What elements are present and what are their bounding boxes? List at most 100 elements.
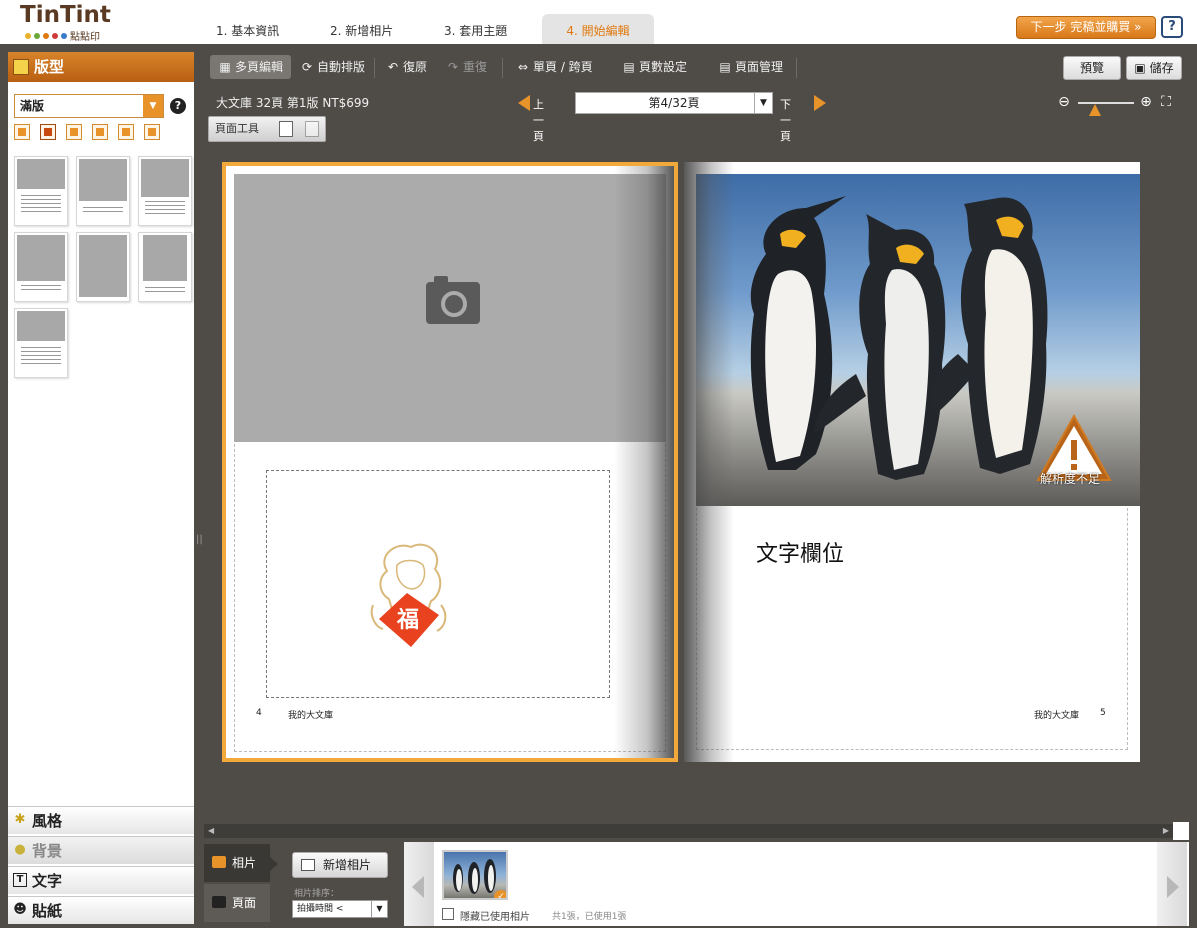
layout-select-value: 滿版 — [20, 99, 45, 113]
single-spread-button[interactable]: ⇔ 單頁 / 跨頁 — [512, 55, 593, 79]
thumb-lines — [21, 285, 61, 293]
redo-label: 重復 — [463, 60, 488, 74]
thumb-image — [79, 159, 127, 201]
left-page-number: 4 — [256, 708, 262, 718]
zoom-in-icon[interactable]: ⊕ — [1138, 94, 1154, 110]
multi-edit-button[interactable]: ▦ 多頁編輯 — [210, 55, 292, 79]
tab-photos[interactable]: 相片 — [204, 844, 278, 882]
single-spread-label: 單頁 / 跨頁 — [533, 60, 593, 74]
scroll-left-icon[interactable]: ◀ — [208, 826, 214, 835]
zoom-slider[interactable] — [1078, 102, 1134, 116]
sticker-frame[interactable]: 福 — [266, 470, 610, 698]
photo-count: 共1張，已使用1張 — [552, 912, 627, 922]
undo-icon: ↶ — [387, 60, 399, 74]
page-select[interactable]: 第4/32頁 ▼ — [575, 92, 773, 114]
step-start-editing[interactable]: 4. 開始編輯 — [542, 14, 654, 44]
right-page-gutter — [684, 162, 734, 762]
chevron-left-icon — [412, 876, 424, 898]
preview-button[interactable]: 預覽 — [1063, 56, 1121, 80]
editor-frame: 版型 滿版 ▼ ? ✱ 風格 ● 背景 T 文字 ☻ 貼紙 ||| ▦ 多頁編輯… — [0, 44, 1197, 928]
text-field[interactable]: 文字欄位 — [756, 536, 844, 568]
hide-used-label: 隱藏已使用相片 — [460, 912, 530, 923]
layout-thumbnail[interactable] — [76, 232, 130, 302]
layout-thumbnail[interactable] — [76, 156, 130, 226]
tab-pages[interactable]: 頁面 — [204, 884, 270, 922]
layout-thumbnail[interactable] — [14, 232, 68, 302]
editor-toolbar: ▦ 多頁編輯 ⟳ 自動排版 ↶ 復原 ↷ 重復 ⇔ 單頁 / 跨頁 ▤ 頁數設定 ▤ 頁面管理… — [204, 52, 1189, 82]
page-manage-button[interactable]: ▤ 頁面管理 — [714, 55, 783, 79]
hide-used-checkbox[interactable] — [442, 908, 454, 920]
app-root: TinTint 點點印 1. 基本資訊 2. 新增相片 3. 套用主題 4. 開… — [0, 0, 1197, 928]
zoom-out-icon[interactable]: ⊖ — [1056, 94, 1072, 110]
fit-screen-icon[interactable]: ⛶ — [1158, 94, 1174, 110]
book-info: 大文庫 32頁 第1版 NT$699 — [216, 96, 370, 110]
logo-dot-icon — [25, 32, 31, 39]
page-manage-icon: ▤ — [719, 60, 731, 74]
chevron-down-icon[interactable]: ▼ — [371, 901, 387, 917]
layout-thumbnail[interactable] — [138, 232, 192, 302]
tab-pages-label: 頁面 — [232, 896, 257, 910]
section-sticker[interactable]: ☻ 貼紙 — [8, 896, 194, 924]
horizontal-scrollbar[interactable]: ◀ ▶ — [204, 824, 1173, 838]
logo-sub: 點點印 — [25, 28, 100, 43]
zoom-slider-knob[interactable] — [1088, 104, 1101, 116]
layout-filter-icon[interactable] — [66, 124, 82, 140]
paste-icon[interactable] — [305, 121, 319, 137]
toolbar-divider — [502, 58, 503, 78]
layout-filter-icon[interactable] — [118, 124, 134, 140]
lucky-sheep-sticker: 福 — [370, 543, 447, 647]
camera-icon — [426, 276, 480, 324]
strip-prev-button[interactable] — [404, 842, 434, 926]
auto-layout-button[interactable]: ⟳ 自動排版 — [296, 55, 365, 79]
next-page-link[interactable]: 下一頁 — [780, 96, 791, 144]
section-text[interactable]: T 文字 — [8, 866, 194, 894]
thumb-image — [79, 235, 127, 297]
layout-panel-header[interactable]: 版型 — [8, 52, 194, 82]
logo[interactable]: TinTint 點點印 — [20, 3, 130, 43]
layout-filter-icon[interactable] — [14, 124, 30, 140]
section-style[interactable]: ✱ 風格 — [8, 806, 194, 834]
step-basic-info[interactable]: 1. 基本資訊 — [200, 14, 314, 44]
save-icon: ▣ — [1134, 61, 1150, 75]
photo-thumbnail[interactable]: ✓ — [442, 850, 508, 900]
low-resolution-warning: 解析度不足 — [1040, 472, 1101, 486]
next-step-button[interactable]: 下一步 完稿並購買 » — [1016, 16, 1156, 39]
add-photo-button[interactable]: 新增相片 — [292, 852, 388, 878]
next-page-icon[interactable] — [814, 95, 826, 111]
sort-select-value: 拍攝時間 < — [297, 904, 344, 914]
scroll-right-icon[interactable]: ▶ — [1163, 826, 1169, 835]
copy-icon[interactable] — [279, 121, 293, 137]
left-page-footer: 我的大文庫 — [288, 711, 334, 721]
chevron-down-icon[interactable]: ▼ — [143, 95, 163, 117]
page-count-button[interactable]: ▤ 頁數設定 — [618, 55, 687, 79]
layout-filter-icon[interactable] — [40, 124, 56, 140]
layout-help-icon[interactable]: ? — [170, 98, 186, 114]
strip-next-button[interactable] — [1157, 842, 1187, 926]
help-icon[interactable]: ? — [1161, 16, 1183, 38]
redo-button[interactable]: ↷ 重復 — [442, 55, 487, 79]
prev-page-icon[interactable] — [518, 95, 530, 111]
right-page[interactable]: 解析度不足 文字欄位 我的大文庫 5 — [684, 162, 1140, 762]
sort-select[interactable]: 拍攝時間 < ▼ — [292, 900, 388, 918]
step-add-photos[interactable]: 2. 新增相片 — [314, 14, 428, 44]
section-background[interactable]: ● 背景 — [8, 836, 194, 864]
chevron-down-icon[interactable]: ▼ — [754, 93, 772, 113]
layout-thumbnail[interactable] — [14, 156, 68, 226]
refresh-icon: ⟳ — [301, 60, 313, 74]
section-text-label: 文字 — [32, 872, 63, 890]
save-button[interactable]: ▣ 儲存 — [1126, 56, 1182, 80]
prev-page-link[interactable]: 上一頁 — [533, 96, 544, 144]
layout-thumbnail[interactable] — [14, 308, 68, 378]
undo-button[interactable]: ↶ 復原 — [382, 55, 427, 79]
photo-placeholder[interactable] — [234, 174, 666, 442]
layout-thumbnail[interactable] — [138, 156, 192, 226]
thumb-lines — [21, 347, 61, 367]
layout-filter-row — [14, 124, 160, 140]
page-select-value: 第4/32頁 — [648, 96, 700, 110]
layout-select[interactable]: 滿版 ▼ — [14, 94, 164, 118]
left-panel: 版型 滿版 ▼ ? ✱ 風格 ● 背景 T 文字 ☻ 貼紙 — [8, 52, 194, 924]
left-page[interactable]: 福 4 我的大文庫 — [222, 162, 678, 762]
step-apply-theme[interactable]: 3. 套用主題 — [428, 14, 542, 44]
layout-filter-icon[interactable] — [92, 124, 108, 140]
layout-filter-icon[interactable] — [144, 124, 160, 140]
